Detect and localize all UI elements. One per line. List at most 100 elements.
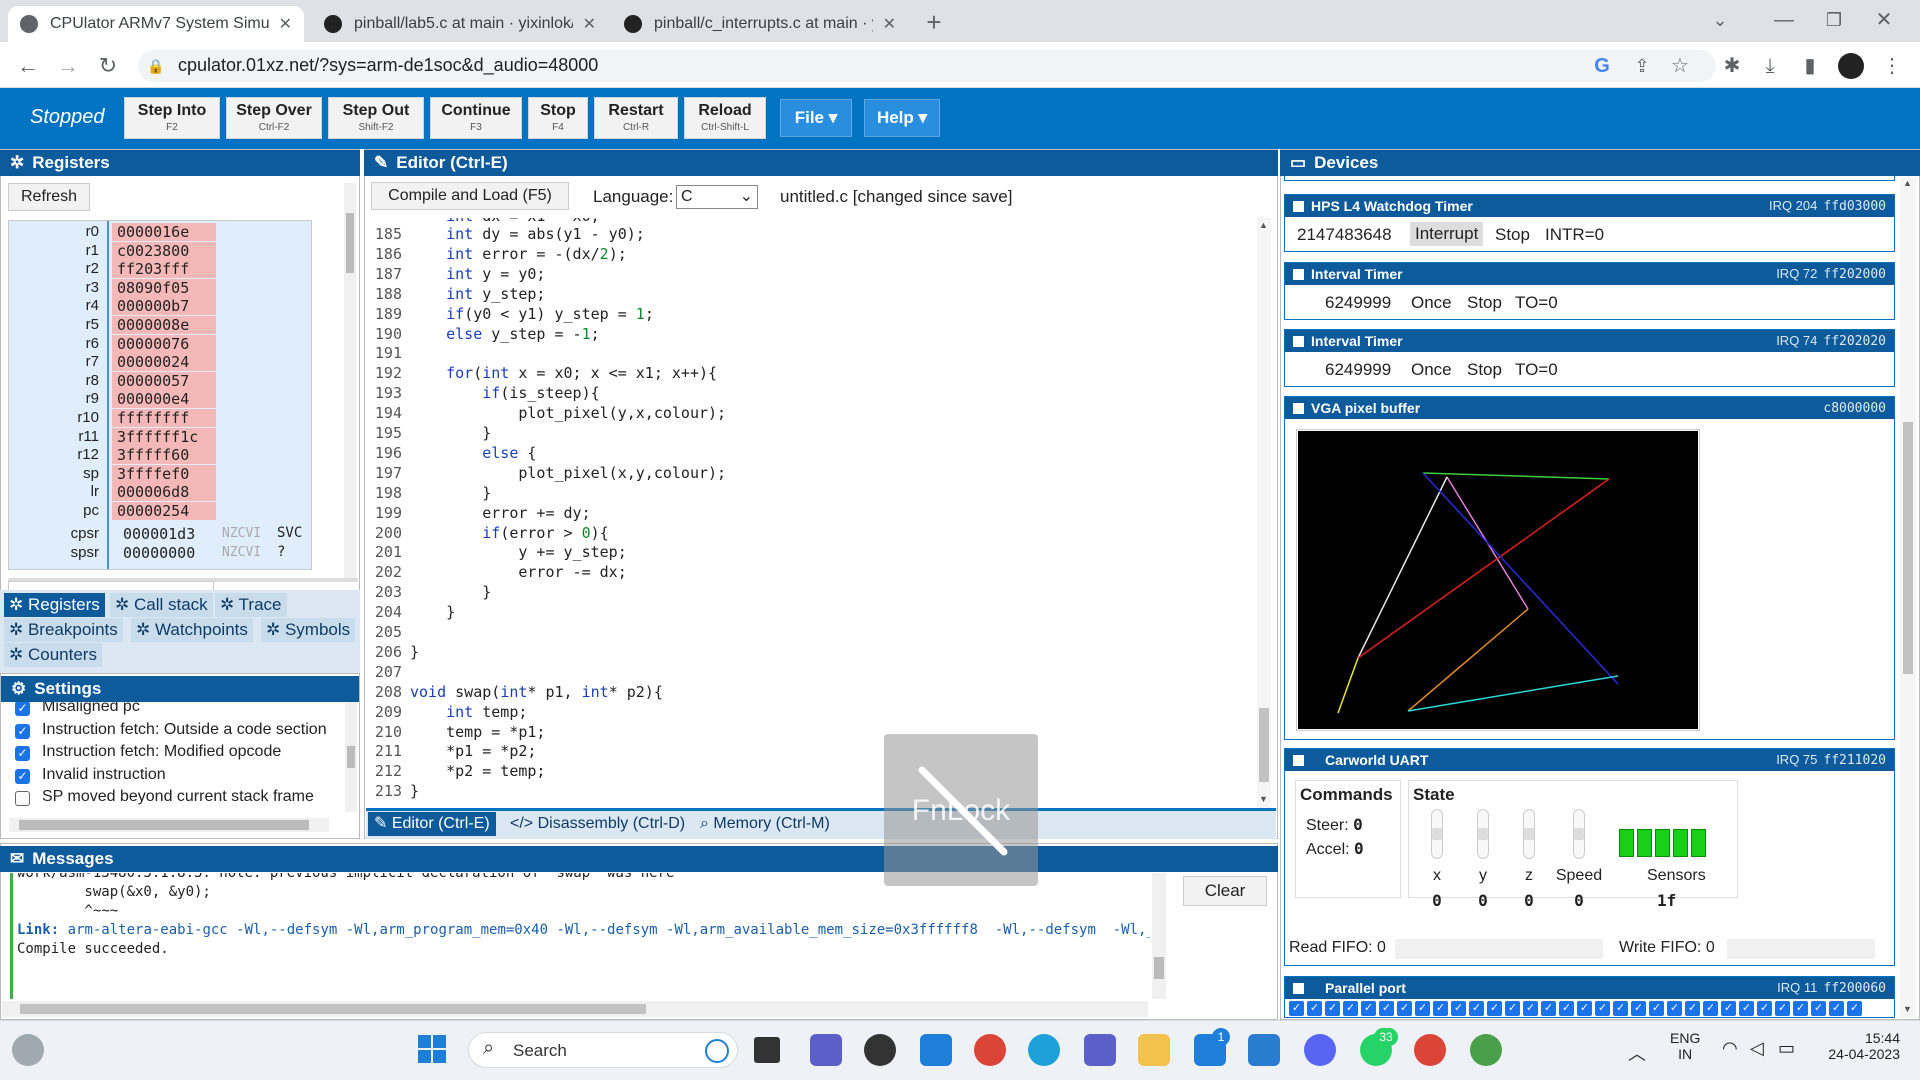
task-view-icon[interactable] — [754, 1037, 780, 1063]
parallel-bit-checkbox[interactable]: ✓ — [1289, 1001, 1304, 1016]
code-line[interactable]: } — [410, 782, 419, 800]
discord-icon[interactable] — [1304, 1034, 1336, 1066]
collapse-icon[interactable] — [1293, 983, 1304, 994]
parallel-bit-checkbox[interactable]: ✓ — [1379, 1001, 1394, 1016]
settings-scrollbar[interactable] — [345, 702, 357, 812]
axis-slider[interactable] — [1573, 809, 1585, 859]
read-fifo-field[interactable] — [1395, 939, 1603, 959]
tab-call-stack[interactable]: ✲ Call stack — [110, 593, 213, 617]
app-l-icon[interactable] — [920, 1034, 952, 1066]
tab-registers[interactable]: ✲ Registers — [4, 593, 105, 617]
parallel-bit-checkbox[interactable]: ✓ — [1667, 1001, 1682, 1016]
forward-icon[interactable]: → — [52, 50, 84, 82]
clear-button[interactable]: Clear — [1183, 876, 1267, 906]
lock-icon[interactable]: 🔒 — [144, 50, 168, 82]
collapse-icon[interactable] — [1293, 336, 1304, 347]
parallel-bit-checkbox[interactable]: ✓ — [1577, 1001, 1592, 1016]
setting-checkbox[interactable]: ✓ — [15, 723, 30, 739]
code-line[interactable]: *p2 = temp; — [410, 762, 545, 780]
parallel-bit-checkbox[interactable]: ✓ — [1415, 1001, 1430, 1016]
timer1-count[interactable]: 6249999 — [1325, 293, 1391, 313]
timer1-stop-button[interactable]: Stop — [1467, 293, 1502, 313]
close-icon[interactable]: ✕ — [883, 14, 896, 34]
register-value[interactable]: 000000e4 — [112, 390, 216, 409]
setting-checkbox[interactable]: ✓ — [15, 702, 30, 716]
code-line[interactable]: int dy = abs(y1 - y0); — [410, 225, 645, 243]
code-line[interactable]: for(int x = x0; x <= x1; x++){ — [410, 364, 717, 382]
windows-start-icon[interactable] — [418, 1035, 446, 1063]
chrome-icon[interactable] — [974, 1034, 1006, 1066]
parallel-bit-checkbox[interactable]: ✓ — [1847, 1001, 1862, 1016]
interrupt-button[interactable]: Interrupt — [1410, 222, 1484, 246]
step-into-button[interactable]: Step Into F2 — [124, 97, 220, 139]
browser-tab-lab5[interactable]: pinball/lab5.c at main · yixinlok/pinbal… — [312, 6, 608, 42]
spsr-value[interactable]: 00000000 — [123, 544, 195, 562]
step-over-button[interactable]: Step Over Ctrl-F2 — [226, 97, 322, 139]
code-line[interactable]: int y_step; — [410, 285, 545, 303]
parallel-bit-checkbox[interactable]: ✓ — [1433, 1001, 1448, 1016]
setting-checkbox[interactable] — [15, 791, 30, 806]
parallel-bit-checkbox[interactable]: ✓ — [1775, 1001, 1790, 1016]
register-value[interactable]: 3ffffff1c — [112, 427, 216, 446]
code-line[interactable]: void swap(int* p1, int* p2){ — [410, 683, 663, 701]
code-line[interactable]: else y_step = -1; — [410, 325, 600, 343]
register-value[interactable]: 00000057 — [112, 371, 216, 390]
compile-load-button[interactable]: Compile and Load (F5) — [371, 182, 569, 210]
tab-memory[interactable]: ⌕ Memory (Ctrl-M) — [694, 812, 836, 836]
register-value[interactable]: 3fffff60 — [112, 446, 216, 465]
timer1-once-button[interactable]: Once — [1411, 293, 1452, 313]
google-icon[interactable]: G — [1588, 50, 1616, 82]
registers-scrollbar[interactable] — [344, 183, 356, 578]
code-editor[interactable]: int dx = x1 - x0; 185 int dy = abs(y1 - y… — [370, 218, 1255, 808]
register-value[interactable]: 00000024 — [112, 353, 216, 372]
step-out-button[interactable]: Step Out Shift-F2 — [328, 97, 424, 139]
timer2-stop-button[interactable]: Stop — [1467, 360, 1502, 380]
axis-slider[interactable] — [1523, 809, 1535, 859]
tab-search-icon[interactable]: ⌄ — [1700, 4, 1740, 36]
minimize-icon[interactable]: — — [1764, 4, 1804, 36]
refresh-button[interactable]: Refresh — [8, 183, 90, 211]
register-value[interactable]: 3ffffef0 — [112, 464, 216, 483]
extensions-icon[interactable]: ✱ — [1718, 50, 1746, 82]
taskbar-search[interactable]: ⌕ Search — [468, 1032, 738, 1068]
parallel-bit-checkbox[interactable]: ✓ — [1685, 1001, 1700, 1016]
parallel-bit-checkbox[interactable]: ✓ — [1595, 1001, 1610, 1016]
collapse-icon[interactable] — [1293, 403, 1304, 414]
register-value[interactable]: c0023800 — [112, 241, 216, 260]
register-value[interactable]: ff203fff — [112, 260, 216, 279]
battery-icon[interactable]: ▭ — [1778, 1038, 1795, 1059]
browser-tab-cpulator[interactable]: CPUlator ARMv7 System Simulator ✕ — [8, 6, 304, 42]
code-line[interactable]: if(error > 0){ — [410, 524, 608, 542]
volume-icon[interactable]: ◁ — [1750, 1038, 1764, 1059]
continue-button[interactable]: Continue F3 — [430, 97, 522, 139]
reload-icon[interactable]: ↻ — [92, 50, 124, 82]
setting-checkbox[interactable]: ✓ — [15, 768, 30, 784]
parallel-bit-checkbox[interactable]: ✓ — [1649, 1001, 1664, 1016]
parallel-bit-checkbox[interactable]: ✓ — [1541, 1001, 1556, 1016]
code-line[interactable]: } — [410, 603, 455, 621]
editor-scrollbar[interactable]: ▲ ▼ — [1257, 218, 1271, 808]
close-icon[interactable]: ✕ — [583, 14, 596, 34]
register-value[interactable]: 00000254 — [112, 502, 216, 520]
chrome-profile-icon[interactable] — [1414, 1034, 1446, 1066]
back-icon[interactable]: ← — [12, 50, 44, 82]
setting-checkbox[interactable]: ✓ — [15, 746, 30, 761]
tab-editor[interactable]: ✎ Editor (Ctrl-E) — [368, 812, 496, 836]
timer2-once-button[interactable]: Once — [1411, 360, 1452, 380]
tab-counters[interactable]: ✲ Counters — [4, 643, 102, 667]
chevron-up-icon[interactable]: ︿ — [1628, 1040, 1646, 1066]
code-line[interactable]: temp = *p1; — [410, 723, 545, 741]
download-icon[interactable]: ⤓ — [1756, 50, 1784, 82]
code-line[interactable]: } — [410, 583, 491, 601]
tab-breakpoints[interactable]: ✲ Breakpoints — [4, 618, 123, 642]
new-tab-icon[interactable]: + — [918, 6, 950, 38]
code-line[interactable]: plot_pixel(y,x,colour); — [410, 404, 726, 422]
parallel-bit-checkbox[interactable]: ✓ — [1487, 1001, 1502, 1016]
parallel-bit-checkbox[interactable]: ✓ — [1361, 1001, 1376, 1016]
code-line[interactable]: *p1 = *p2; — [410, 742, 536, 760]
timer2-count[interactable]: 6249999 — [1325, 360, 1391, 380]
reload-button[interactable]: Reload Ctrl-Shift-L — [684, 97, 766, 139]
parallel-bit-checkbox[interactable]: ✓ — [1829, 1001, 1844, 1016]
edge-icon[interactable] — [1028, 1034, 1060, 1066]
collapse-icon[interactable] — [1293, 755, 1304, 766]
